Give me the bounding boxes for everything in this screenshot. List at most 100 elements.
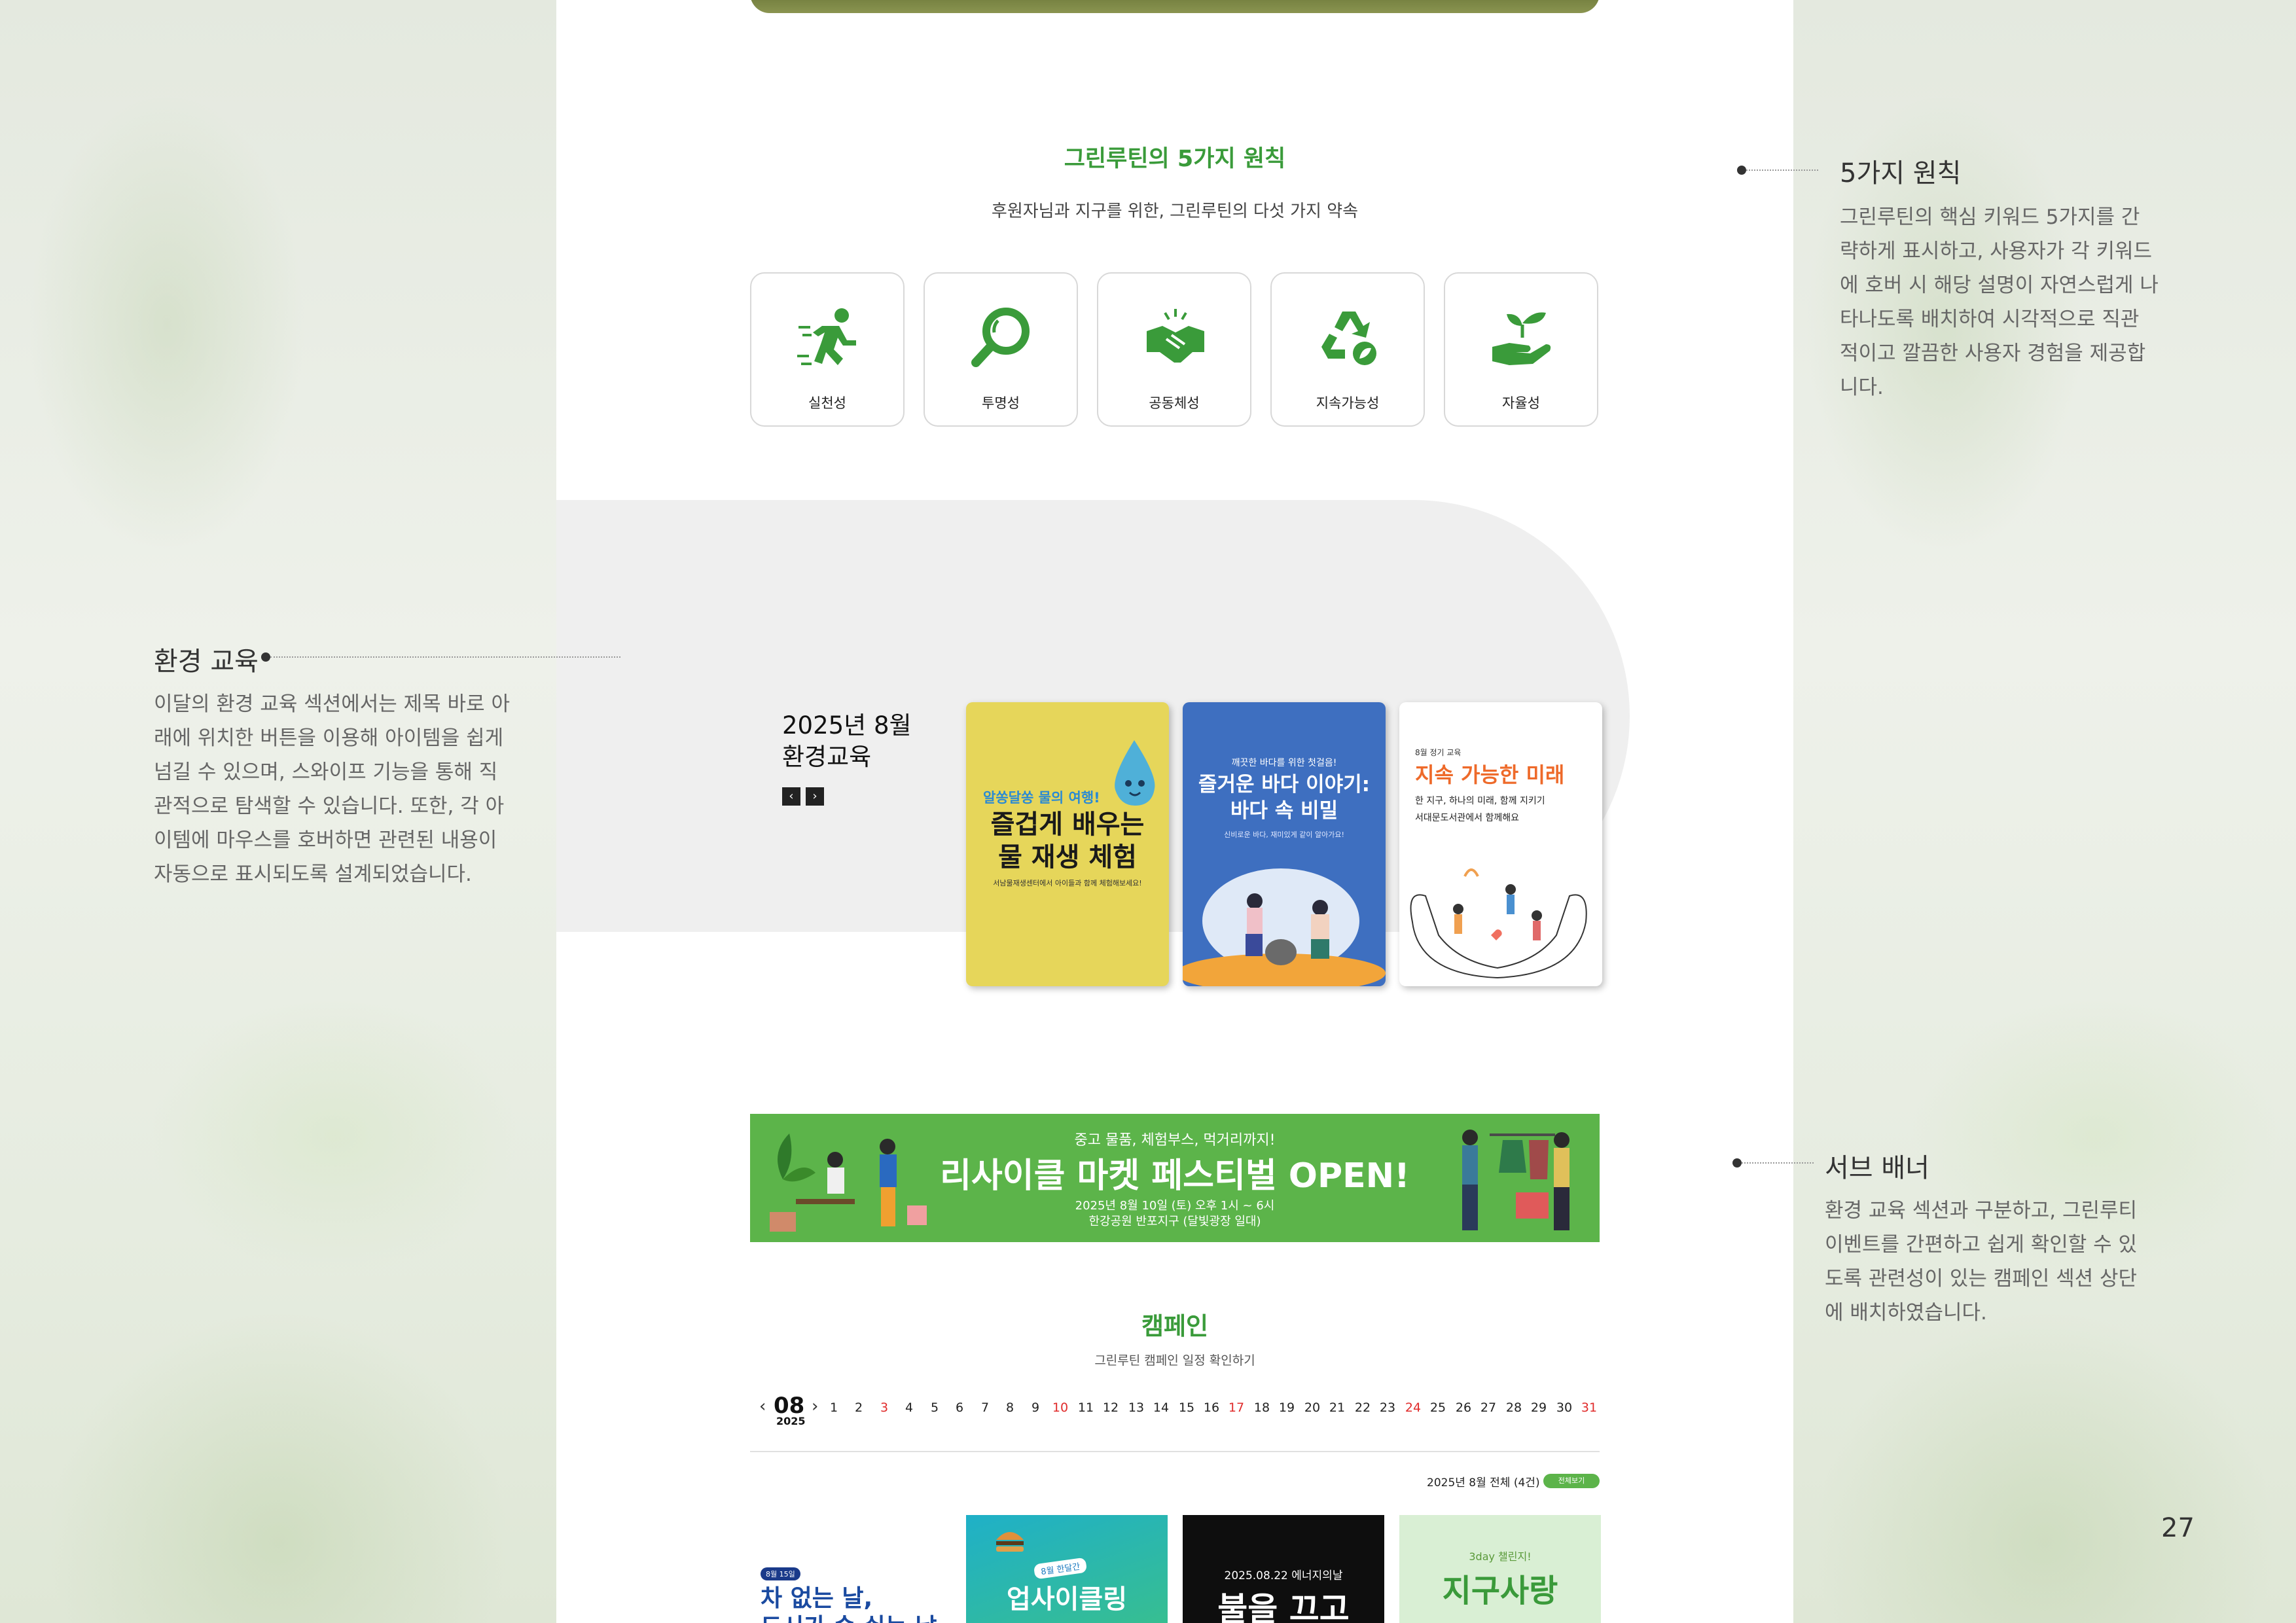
annotation-line: 략하게 표시하고, 사용자가 각 키워드 (1840, 240, 2153, 263)
chevron-left-icon: ‹ (759, 1397, 766, 1416)
annotation-subbanner-title: 서브 배너 (1825, 1153, 1929, 1183)
annotation-marker (1737, 166, 1746, 175)
calendar-day[interactable]: 20 (1303, 1400, 1321, 1415)
calendar-divider (750, 1451, 1600, 1452)
calendar-day[interactable]: 15 (1177, 1400, 1196, 1415)
hands-people-illustration (1410, 868, 1587, 979)
principle-card-sustainability[interactable]: 지속가능성 (1270, 272, 1425, 427)
view-all-button[interactable]: 전체보기 (1543, 1474, 1600, 1488)
principle-card-practice[interactable]: 실천성 (750, 272, 905, 427)
campaign-card-badge: 2025.08.22 에너지의날 (1224, 1569, 1343, 1582)
card-title-line2: 바다 속 비밀 (1230, 799, 1338, 823)
annotation-line: 에 호버 시 해당 설명이 자연스럽게 나 (1840, 274, 2159, 297)
calendar-day[interactable]: 3 (875, 1400, 893, 1415)
calendar-day[interactable]: 13 (1127, 1400, 1145, 1415)
annotation-line: 타나도록 배치하여 시각적으로 직관 (1840, 308, 2140, 331)
annotation-marker (261, 652, 270, 662)
calendar-day[interactable]: 5 (925, 1400, 944, 1415)
education-title: 2025년 8월 환경교육 (782, 710, 912, 773)
campaign-card[interactable]: 2025.08.22 에너지의날 불을 끄고 (1183, 1515, 1384, 1623)
calendar-day[interactable]: 9 (1026, 1400, 1045, 1415)
prev-month-button[interactable]: ‹ (759, 1397, 766, 1416)
calendar-day[interactable]: 6 (950, 1400, 969, 1415)
card-title: 즐거운 바다 이야기: 바다 속 비밀 (1183, 772, 1386, 824)
calendar-day[interactable]: 11 (1077, 1400, 1095, 1415)
campaign-card-title-line1: 차 없는 날, (761, 1585, 873, 1612)
annotation-education-title: 환경 교육 (154, 647, 259, 677)
calendar-day[interactable]: 27 (1479, 1400, 1498, 1415)
annotation-line: 관적으로 탐색할 수 있습니다. 또한, 각 아 (154, 794, 505, 818)
card-title: 즐겁게 배우는 물 재생 체험 (966, 808, 1169, 874)
calendar-day[interactable]: 21 (1328, 1400, 1346, 1415)
calendar-day[interactable]: 17 (1227, 1400, 1246, 1415)
calendar-day[interactable]: 10 (1051, 1400, 1069, 1415)
recycle-market-banner[interactable]: 중고 물품, 체험부스, 먹거리까지! 리사이클 마켓 페스티벌 OPEN! 2… (750, 1114, 1600, 1242)
annotation-line: 이벤트를 간편하고 쉽게 확인할 수 있 (1825, 1233, 2138, 1257)
calendar-day[interactable]: 7 (976, 1400, 994, 1415)
annotation-line: 래에 위치한 버튼을 이용해 아이템을 쉽게 (154, 726, 504, 750)
card-desc-line2: 서대문도서관에서 함께해요 (1415, 813, 1520, 823)
chevron-left-icon: ‹ (789, 789, 794, 803)
annotation-principles-body: 그린루틴의 핵심 키워드 5가지를 간 략하게 표시하고, 사용자가 각 키워드… (1840, 200, 2159, 404)
principle-label: 자율성 (1502, 395, 1540, 411)
annotation-line: 적이고 깔끔한 사용자 경험을 제공합 (1840, 342, 2146, 365)
campaign-card-title: 불을 끄고 (1217, 1590, 1350, 1623)
water-drop-mascot-icon (1115, 740, 1155, 806)
calendar-day[interactable]: 24 (1404, 1400, 1422, 1415)
principle-card-autonomy[interactable]: 자율성 (1444, 272, 1598, 427)
annotation-line: 에 배치하였습니다. (1825, 1301, 1987, 1325)
principle-card-community[interactable]: 공동체성 (1097, 272, 1251, 427)
calendar-day[interactable]: 8 (1001, 1400, 1019, 1415)
calendar-day[interactable]: 28 (1505, 1400, 1523, 1415)
chevron-right-icon: › (812, 1397, 819, 1416)
card-title-line1: 즐겁게 배우는 (990, 810, 1145, 840)
annotation-principles-title: 5가지 원칙 (1840, 158, 1962, 188)
education-next-button[interactable]: › (806, 787, 824, 806)
card-title: 지속 가능한 미래 (1415, 762, 1565, 787)
calendar-day[interactable]: 25 (1429, 1400, 1447, 1415)
calendar-day[interactable]: 18 (1253, 1400, 1271, 1415)
calendar-day[interactable]: 16 (1202, 1400, 1221, 1415)
annotation-subbanner-body: 환경 교육 섹션과 구분하고, 그린루티 이벤트를 간편하고 쉽게 확인할 수 … (1825, 1194, 2137, 1330)
calendar-day[interactable]: 22 (1354, 1400, 1372, 1415)
calendar-day[interactable]: 29 (1530, 1400, 1548, 1415)
magnifier-icon (971, 308, 1030, 367)
principle-label: 실천성 (808, 395, 846, 411)
education-title-line1: 2025년 8월 (782, 711, 912, 740)
card-tag: 8월 정기 교육 (1415, 748, 1462, 757)
campaign-card[interactable]: 8월 한달간 업사이클링 (966, 1515, 1168, 1623)
calendar-day[interactable]: 31 (1580, 1400, 1598, 1415)
calendar-day[interactable]: 19 (1278, 1400, 1296, 1415)
card-desc: 서남물재생센터에서 아이들과 함께 체험해보세요! (993, 879, 1142, 887)
calendar-day[interactable]: 1 (825, 1400, 843, 1415)
recycle-icon (1321, 312, 1376, 365)
next-month-button[interactable]: › (812, 1397, 818, 1416)
calendar-year: 2025 (776, 1415, 806, 1427)
annotation-line: 그린루틴의 핵심 키워드 5가지를 간 (1840, 205, 2140, 229)
card-desc-line1: 한 지구, 하나의 미래, 함께 지키기 (1415, 796, 1545, 806)
education-card[interactable]: 8월 정기 교육 지속 가능한 미래 한 지구, 하나의 미래, 함께 지키기 … (1399, 702, 1602, 986)
principle-label: 투명성 (982, 395, 1020, 411)
campaign-card-title-line2: 도시가 숨 쉬는 날 (761, 1613, 937, 1623)
calendar-day[interactable]: 4 (900, 1400, 918, 1415)
calendar-day[interactable]: 26 (1454, 1400, 1473, 1415)
campaign-card[interactable]: 8월 15일 차 없는 날, 도시가 숨 쉬는 날 (750, 1515, 952, 1623)
campaign-card[interactable]: 3day 챌린지! 지구사랑 (1399, 1515, 1601, 1623)
calendar-day[interactable]: 14 (1152, 1400, 1170, 1415)
chevron-right-icon: › (812, 789, 817, 803)
education-card[interactable]: 알쏭달쏭 물의 여행! 즐겁게 배우는 물 재생 체험 서남물재생센터에서 아이… (966, 702, 1169, 986)
ocean-cleanup-illustration (1183, 868, 1386, 986)
education-card[interactable]: 깨끗한 바다를 위한 첫걸음! 즐거운 바다 이야기: 바다 속 비밀 신비로운… (1183, 702, 1386, 986)
calendar-day[interactable]: 12 (1102, 1400, 1120, 1415)
calendar-day[interactable]: 30 (1555, 1400, 1573, 1415)
calendar-day[interactable]: 23 (1378, 1400, 1397, 1415)
card-tag: 알쏭달쏭 물의 여행! (983, 790, 1100, 806)
principle-card-transparency[interactable]: 투명성 (924, 272, 1078, 427)
page-mockup: 그린루틴의 5가지 원칙 후원자님과 지구를 위한, 그린루틴의 다섯 가지 약… (556, 0, 1793, 1623)
calendar-day[interactable]: 2 (850, 1400, 868, 1415)
page-number: 27 (2161, 1513, 2195, 1543)
campaign-card-badge: 3day 챌린지! (1469, 1550, 1532, 1563)
education-prev-button[interactable]: ‹ (782, 787, 800, 806)
hand-sprout-icon (1492, 312, 1551, 365)
campaign-card-title: 지구사랑 (1442, 1573, 1558, 1609)
